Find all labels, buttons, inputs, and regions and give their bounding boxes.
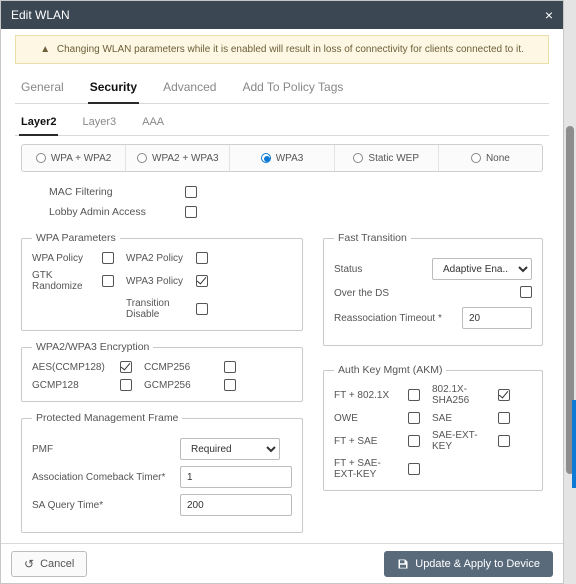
warning-icon: ▲	[40, 44, 50, 55]
radio-none[interactable]: None	[439, 145, 542, 171]
reassoc-input[interactable]	[462, 307, 532, 329]
subtab-layer2[interactable]: Layer2	[19, 110, 58, 136]
radio-wpa-wpa2-label: WPA + WPA2	[51, 153, 111, 164]
pmf-label: PMF	[32, 444, 172, 455]
akm-ftsae-checkbox[interactable]	[408, 435, 420, 447]
akm-saeext-checkbox[interactable]	[498, 435, 510, 447]
cancel-button[interactable]: ↺ Cancel	[11, 551, 87, 577]
akm-legend: Auth Key Mgmt (AKM)	[334, 364, 446, 376]
radio-static-wep[interactable]: Static WEP	[335, 145, 439, 171]
radio-wpa3[interactable]: WPA3	[230, 145, 334, 171]
apply-label: Update & Apply to Device	[415, 558, 540, 570]
ccmp256-checkbox[interactable]	[224, 361, 236, 373]
aes-checkbox[interactable]	[120, 361, 132, 373]
lobby-admin-label: Lobby Admin Access	[49, 206, 149, 218]
gcmp128-checkbox[interactable]	[120, 379, 132, 391]
wpa2-policy-label: WPA2 Policy	[126, 253, 186, 264]
lobby-admin-checkbox[interactable]	[185, 206, 197, 218]
gcmp128-label: GCMP128	[32, 380, 110, 391]
mac-filtering-checkbox[interactable]	[185, 186, 197, 198]
security-subtabs: Layer2 Layer3 AAA	[15, 108, 549, 136]
ft-status-label: Status	[334, 264, 424, 275]
encryption-group: WPA2/WPA3 Encryption AES(CCMP128) CCMP25…	[21, 341, 303, 402]
cancel-label: Cancel	[40, 558, 74, 570]
radio-wpa2-wpa3-label: WPA2 + WPA3	[152, 153, 219, 164]
pmf-legend: Protected Management Frame	[32, 412, 182, 424]
ft-status-select[interactable]: Adaptive Ena...	[432, 258, 532, 280]
wpa3-policy-checkbox[interactable]	[196, 275, 208, 287]
radio-wpa-wpa2[interactable]: WPA + WPA2	[22, 145, 126, 171]
undo-icon: ↺	[24, 558, 34, 570]
gcmp256-checkbox[interactable]	[224, 379, 236, 391]
scrollbar-accent	[572, 400, 576, 488]
mac-filtering-label: MAC Filtering	[49, 186, 149, 198]
gcmp256-label: GCMP256	[144, 380, 214, 391]
fast-transition-group: Fast Transition Status Adaptive Ena... O…	[323, 232, 543, 346]
akm-owe-label: OWE	[334, 413, 398, 424]
pmf-group: Protected Management Frame PMF Required …	[21, 412, 303, 533]
gtk-randomize-checkbox[interactable]	[102, 275, 114, 287]
assoc-comeback-input[interactable]	[180, 466, 292, 488]
wpa-policy-checkbox[interactable]	[102, 252, 114, 264]
akm-8021x-sha256-label: 802.1X-SHA256	[432, 384, 488, 406]
wpa2-policy-checkbox[interactable]	[196, 252, 208, 264]
wpa-parameters-legend: WPA Parameters	[32, 232, 120, 244]
radio-wpa2-wpa3[interactable]: WPA2 + WPA3	[126, 145, 230, 171]
akm-sae-checkbox[interactable]	[498, 412, 510, 424]
gtk-randomize-label: GTK Randomize	[32, 270, 92, 292]
akm-ftsaeext-label: FT + SAE-EXT-KEY	[334, 458, 398, 480]
over-ds-checkbox[interactable]	[520, 286, 532, 298]
titlebar: Edit WLAN ×	[1, 1, 563, 29]
radio-none-label: None	[486, 153, 510, 164]
warning-banner: ▲ Changing WLAN parameters while it is e…	[15, 35, 549, 64]
subtab-layer3[interactable]: Layer3	[80, 110, 118, 135]
over-ds-label: Over the DS	[334, 288, 424, 299]
ccmp256-label: CCMP256	[144, 362, 214, 373]
akm-ftsaeext-checkbox[interactable]	[408, 463, 420, 475]
sa-query-label: SA Query Time*	[32, 500, 172, 511]
reassoc-label: Reassociation Timeout *	[334, 313, 454, 324]
tab-security[interactable]: Security	[88, 74, 139, 104]
akm-sae-label: SAE	[432, 413, 488, 424]
warning-text: Changing WLAN parameters while it is ena…	[57, 44, 524, 55]
radio-static-wep-label: Static WEP	[368, 153, 419, 164]
tab-general[interactable]: General	[19, 74, 66, 103]
pmf-select[interactable]: Required	[180, 438, 280, 460]
radio-wpa3-label: WPA3	[276, 153, 304, 164]
modal-title: Edit WLAN	[11, 8, 70, 22]
wpa3-policy-label: WPA3 Policy	[126, 276, 186, 287]
close-icon[interactable]: ×	[545, 8, 553, 22]
assoc-comeback-label: Association Comeback Timer*	[32, 472, 172, 483]
sa-query-input[interactable]	[180, 494, 292, 516]
save-icon	[397, 558, 409, 570]
akm-ft8021x-checkbox[interactable]	[408, 389, 420, 401]
encryption-legend: WPA2/WPA3 Encryption	[32, 341, 153, 353]
akm-ftsae-label: FT + SAE	[334, 436, 398, 447]
transition-disable-checkbox[interactable]	[196, 303, 208, 315]
main-tabs: General Security Advanced Add To Policy …	[15, 74, 549, 104]
fast-transition-legend: Fast Transition	[334, 232, 411, 244]
page-scrollbar[interactable]	[564, 0, 576, 584]
akm-owe-checkbox[interactable]	[408, 412, 420, 424]
tab-advanced[interactable]: Advanced	[161, 74, 218, 103]
akm-ft8021x-label: FT + 802.1X	[334, 390, 398, 401]
footer: ↺ Cancel Update & Apply to Device	[1, 543, 563, 583]
wpa-policy-label: WPA Policy	[32, 253, 92, 264]
subtab-aaa[interactable]: AAA	[140, 110, 166, 135]
transition-disable-label: Transition Disable	[126, 298, 186, 320]
security-mode-group: WPA + WPA2 WPA2 + WPA3 WPA3 Static WEP N…	[21, 144, 543, 172]
wpa-parameters-group: WPA Parameters WPA Policy WPA2 Policy GT…	[21, 232, 303, 331]
apply-button[interactable]: Update & Apply to Device	[384, 551, 553, 577]
aes-label: AES(CCMP128)	[32, 362, 110, 373]
akm-group: Auth Key Mgmt (AKM) FT + 802.1X 802.1X-S…	[323, 364, 543, 491]
akm-8021x-sha256-checkbox[interactable]	[498, 389, 510, 401]
tab-add-policy-tags[interactable]: Add To Policy Tags	[240, 74, 345, 103]
akm-saeext-label: SAE-EXT-KEY	[432, 430, 488, 452]
